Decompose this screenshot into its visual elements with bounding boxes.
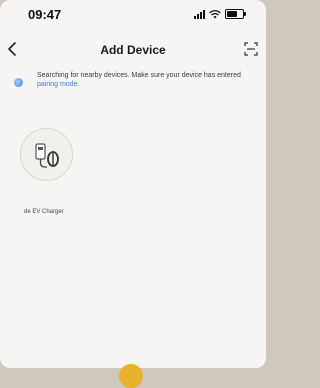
status-time: 09:47 bbox=[28, 7, 62, 22]
signal-icon bbox=[194, 10, 205, 19]
search-message-text: Searching for nearby devices. Make sure … bbox=[37, 72, 241, 79]
status-icons bbox=[194, 9, 246, 19]
nav-bar: Add Device bbox=[0, 36, 266, 62]
battery-icon bbox=[225, 9, 246, 19]
status-bar: 09:47 bbox=[0, 0, 266, 28]
search-message: Searching for nearby devices. Make sure … bbox=[37, 71, 252, 89]
search-message-suffix: . bbox=[77, 81, 80, 88]
searching-spinner-icon bbox=[14, 78, 23, 87]
phone-screen: 09:47 Add Device Searching for nearby de… bbox=[0, 0, 266, 368]
ev-charger-icon bbox=[35, 143, 59, 168]
device-icon-circle[interactable] bbox=[20, 128, 73, 181]
wifi-icon bbox=[209, 10, 221, 19]
page-title: Add Device bbox=[100, 43, 166, 57]
notification-badge bbox=[119, 364, 143, 388]
device-label: de EV Charger bbox=[24, 209, 64, 215]
scan-icon[interactable] bbox=[244, 42, 258, 56]
pairing-mode-link[interactable]: pairing mode bbox=[37, 81, 77, 88]
